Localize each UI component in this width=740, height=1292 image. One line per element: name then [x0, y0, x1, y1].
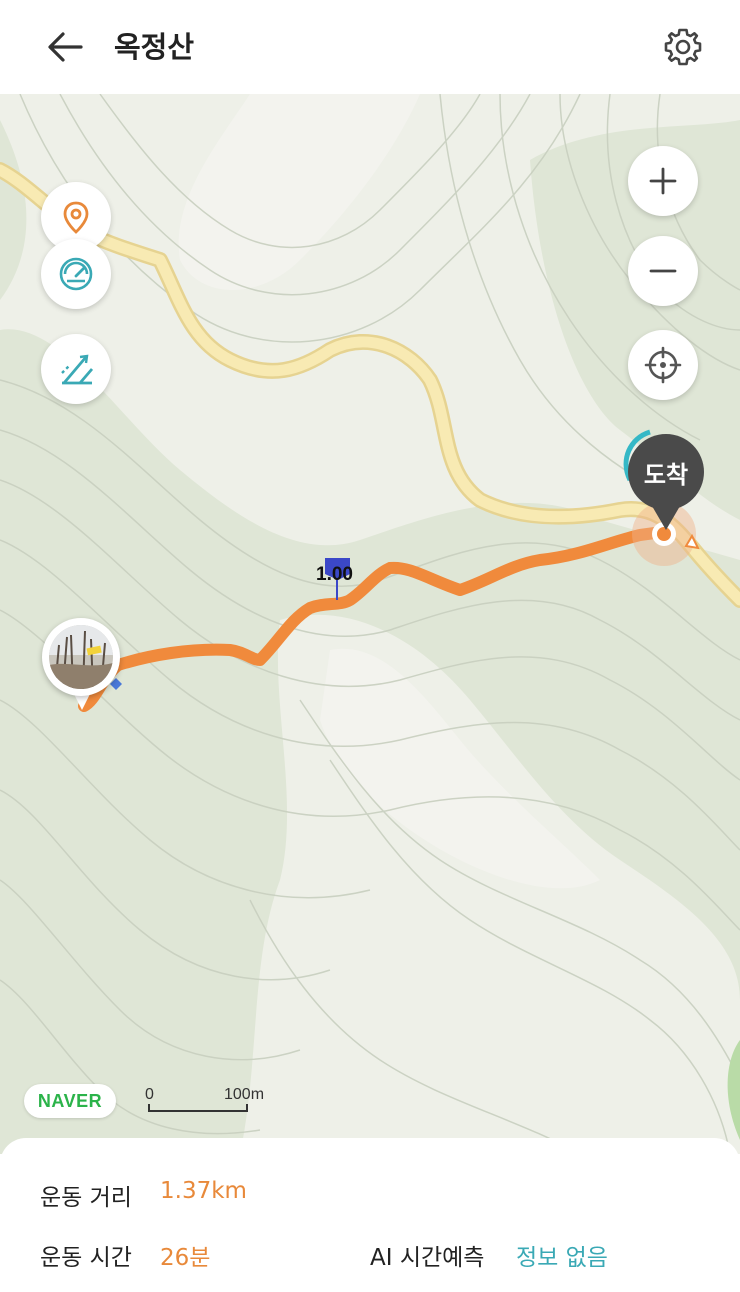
time-value: 26분 [160, 1245, 211, 1271]
photo-marker[interactable] [42, 618, 120, 696]
slope-icon [61, 354, 94, 385]
speed-button[interactable] [41, 239, 111, 309]
arrow-left-icon [48, 32, 83, 62]
top-bar: 옥정산 [0, 0, 740, 94]
gear-icon [664, 28, 702, 66]
scale-bar [148, 1104, 248, 1112]
distance-label: 운동 거리 [40, 1185, 132, 1211]
km-marker: 1.00 [316, 564, 353, 585]
zoom-in-button[interactable] [628, 146, 698, 216]
ai-prediction-value: 정보 없음 [516, 1245, 608, 1271]
stats-panel: 운동 거리 1.37km 운동 시간 26분 AI 시간예측 정보 없음 [0, 1138, 740, 1292]
distance-value: 1.37km [160, 1178, 247, 1204]
plus-icon [649, 167, 677, 195]
trail-map[interactable]: 도착 1.00 NAVER 0 100m [0, 94, 740, 1154]
scale-start-label: 0 [145, 1086, 154, 1103]
map-canvas [0, 94, 740, 1154]
ai-prediction-label: AI 시간예측 [370, 1245, 485, 1271]
crosshair-icon [644, 346, 682, 384]
zoom-out-button[interactable] [628, 236, 698, 306]
slope-button[interactable] [41, 334, 111, 404]
naver-logo: NAVER [24, 1084, 116, 1118]
locate-button[interactable] [628, 330, 698, 400]
settings-button[interactable] [658, 24, 708, 70]
arrival-marker[interactable]: 도착 [628, 434, 704, 510]
trail-photo [49, 625, 113, 689]
location-pin-icon [63, 201, 89, 234]
scale-end-label: 100m [224, 1086, 265, 1103]
page-title: 옥정산 [114, 30, 195, 64]
back-button[interactable] [40, 24, 90, 70]
speedometer-icon [59, 257, 93, 291]
time-label: 운동 시간 [40, 1245, 132, 1271]
minus-icon [649, 269, 677, 273]
